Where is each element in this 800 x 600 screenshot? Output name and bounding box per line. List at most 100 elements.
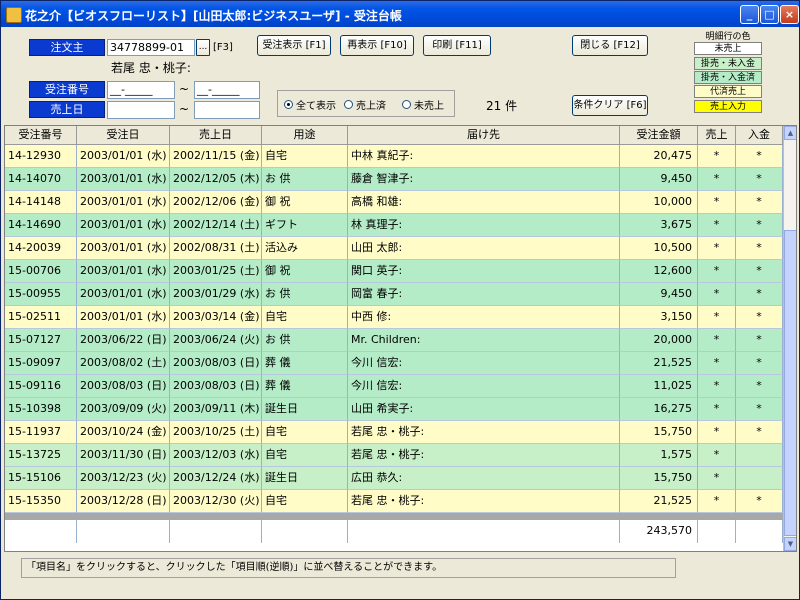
- cell-sold[interactable]: *: [698, 214, 736, 237]
- cell-recipient[interactable]: 若尾 忠・桃子:: [348, 490, 620, 513]
- cell-order-date[interactable]: 2003/10/24 (金): [77, 421, 170, 444]
- cell-order-date[interactable]: 2003/01/01 (水): [77, 214, 170, 237]
- cell-order-no[interactable]: 14-20039: [5, 237, 77, 260]
- cell-order-date[interactable]: 2003/09/09 (火): [77, 398, 170, 421]
- cell-recipient[interactable]: 中西 修:: [348, 306, 620, 329]
- cell-order-no[interactable]: 15-07127: [5, 329, 77, 352]
- cell-sales-date[interactable]: 2003/09/11 (木): [170, 398, 262, 421]
- cell-sold[interactable]: *: [698, 283, 736, 306]
- cell-sold[interactable]: *: [698, 375, 736, 398]
- table-row[interactable]: 14-20039 2003/01/01 (水) 2002/08/31 (土) 活込み山…: [5, 237, 783, 260]
- table-row[interactable]: 15-09116 2003/08/03 (日) 2003/08/03 (日) 葬 儀今…: [5, 375, 783, 398]
- cell-order-no[interactable]: 15-02511: [5, 306, 77, 329]
- cell-order-date[interactable]: 2003/01/01 (水): [77, 168, 170, 191]
- cell-purpose[interactable]: 葬 儀: [262, 375, 348, 398]
- table-row[interactable]: 15-02511 2003/01/01 (水) 2003/03/14 (金) 自宅 中西…: [5, 306, 783, 329]
- table-row[interactable]: 15-15106 2003/12/23 (火) 2003/12/24 (水) 誕生日広…: [5, 467, 783, 490]
- cell-order-no[interactable]: 15-10398: [5, 398, 77, 421]
- cell-paid[interactable]: *: [736, 260, 783, 283]
- cell-sales-date[interactable]: 2003/08/03 (日): [170, 375, 262, 398]
- cell-sales-date[interactable]: 2002/11/15 (金): [170, 145, 262, 168]
- cell-sales-date[interactable]: 2002/12/06 (金): [170, 191, 262, 214]
- cell-order-no[interactable]: 14-14070: [5, 168, 77, 191]
- cell-recipient[interactable]: 関口 英子:: [348, 260, 620, 283]
- cell-order-no[interactable]: 15-11937: [5, 421, 77, 444]
- cell-purpose[interactable]: 御 祝: [262, 191, 348, 214]
- cell-sales-date[interactable]: 2002/12/05 (木): [170, 168, 262, 191]
- cell-sold[interactable]: *: [698, 421, 736, 444]
- cell-order-date[interactable]: 2003/01/01 (水): [77, 283, 170, 306]
- filter-sold-label[interactable]: 売上済: [356, 97, 386, 112]
- cell-order-date[interactable]: 2003/08/02 (土): [77, 352, 170, 375]
- cell-amount[interactable]: 21,525: [620, 490, 698, 513]
- cell-purpose[interactable]: 活込み: [262, 237, 348, 260]
- cell-order-date[interactable]: 2003/11/30 (日): [77, 444, 170, 467]
- cell-order-no[interactable]: 15-15106: [5, 467, 77, 490]
- cell-purpose[interactable]: 葬 儀: [262, 352, 348, 375]
- cell-order-date[interactable]: 2003/01/01 (水): [77, 260, 170, 283]
- cell-purpose[interactable]: 御 祝: [262, 260, 348, 283]
- cell-order-no[interactable]: 14-14690: [5, 214, 77, 237]
- cell-amount[interactable]: 1,575: [620, 444, 698, 467]
- cell-paid[interactable]: *: [736, 398, 783, 421]
- cell-order-date[interactable]: 2003/01/01 (水): [77, 237, 170, 260]
- table-row[interactable]: 14-14690 2003/01/01 (水) 2002/12/14 (土) ギフト林…: [5, 214, 783, 237]
- cell-purpose[interactable]: お 供: [262, 168, 348, 191]
- cell-recipient[interactable]: 林 真理子:: [348, 214, 620, 237]
- cell-sales-date[interactable]: 2003/06/24 (火): [170, 329, 262, 352]
- cell-recipient[interactable]: 若尾 忠・桃子:: [348, 421, 620, 444]
- cell-recipient[interactable]: 今川 信宏:: [348, 352, 620, 375]
- cell-sold[interactable]: *: [698, 467, 736, 490]
- cell-amount[interactable]: 9,450: [620, 168, 698, 191]
- cell-paid[interactable]: *: [736, 306, 783, 329]
- column-header[interactable]: 売上日: [170, 126, 262, 145]
- close-button[interactable]: 閉じる [F12]: [572, 35, 648, 56]
- cell-amount[interactable]: 20,475: [620, 145, 698, 168]
- title-bar[interactable]: 花之介【ビオスフローリスト】[山田太郎:ビジネスユーザ] - 受注台帳 _ □ …: [1, 1, 799, 27]
- filter-sold-radio[interactable]: [344, 100, 353, 109]
- redisplay-button[interactable]: 再表示 [F10]: [340, 35, 414, 56]
- cell-amount[interactable]: 15,750: [620, 421, 698, 444]
- cell-paid[interactable]: [736, 444, 783, 467]
- column-header[interactable]: 入金: [736, 126, 783, 145]
- cell-amount[interactable]: 9,450: [620, 283, 698, 306]
- table-row[interactable]: 15-00955 2003/01/01 (水) 2003/01/29 (水) お 供岡…: [5, 283, 783, 306]
- column-header[interactable]: 用途: [262, 126, 348, 145]
- cell-sold[interactable]: *: [698, 191, 736, 214]
- cell-amount[interactable]: 15,750: [620, 467, 698, 490]
- cell-recipient[interactable]: 山田 太郎:: [348, 237, 620, 260]
- cell-sales-date[interactable]: 2003/08/03 (日): [170, 352, 262, 375]
- order-no-to-field[interactable]: __-_____: [194, 81, 260, 99]
- cell-recipient[interactable]: Mr. Children:: [348, 329, 620, 352]
- column-header[interactable]: 売上: [698, 126, 736, 145]
- column-header[interactable]: 受注日: [77, 126, 170, 145]
- cell-sales-date[interactable]: 2002/12/14 (土): [170, 214, 262, 237]
- cell-sales-date[interactable]: 2003/12/03 (水): [170, 444, 262, 467]
- cell-sales-date[interactable]: 2003/10/25 (土): [170, 421, 262, 444]
- cell-sales-date[interactable]: 2003/12/30 (火): [170, 490, 262, 513]
- cell-order-date[interactable]: 2003/06/22 (日): [77, 329, 170, 352]
- cell-paid[interactable]: *: [736, 168, 783, 191]
- order-no-from-field[interactable]: __-_____: [107, 81, 175, 99]
- cell-sales-date[interactable]: 2002/08/31 (土): [170, 237, 262, 260]
- cell-sold[interactable]: *: [698, 237, 736, 260]
- table-row[interactable]: 15-09097 2003/08/02 (土) 2003/08/03 (日) 葬 儀今…: [5, 352, 783, 375]
- cell-recipient[interactable]: 今川 信宏:: [348, 375, 620, 398]
- minimize-button[interactable]: _: [740, 5, 759, 24]
- cell-sales-date[interactable]: 2003/01/29 (水): [170, 283, 262, 306]
- cell-amount[interactable]: 12,600: [620, 260, 698, 283]
- cell-recipient[interactable]: 山田 希実子:: [348, 398, 620, 421]
- cell-sold[interactable]: *: [698, 260, 736, 283]
- cell-amount[interactable]: 3,150: [620, 306, 698, 329]
- cell-order-date[interactable]: 2003/01/01 (水): [77, 191, 170, 214]
- print-button[interactable]: 印刷 [F11]: [423, 35, 491, 56]
- table-row[interactable]: 14-12930 2003/01/01 (水) 2002/11/15 (金) 自宅 中林…: [5, 145, 783, 168]
- cell-purpose[interactable]: 誕生日: [262, 467, 348, 490]
- cell-purpose[interactable]: 誕生日: [262, 398, 348, 421]
- cell-purpose[interactable]: 自宅: [262, 490, 348, 513]
- cell-recipient[interactable]: 広田 恭久:: [348, 467, 620, 490]
- cell-purpose[interactable]: ギフト: [262, 214, 348, 237]
- cell-sold[interactable]: *: [698, 444, 736, 467]
- cell-order-no[interactable]: 15-09116: [5, 375, 77, 398]
- clear-conditions-button[interactable]: 条件クリア [F6]: [572, 95, 648, 116]
